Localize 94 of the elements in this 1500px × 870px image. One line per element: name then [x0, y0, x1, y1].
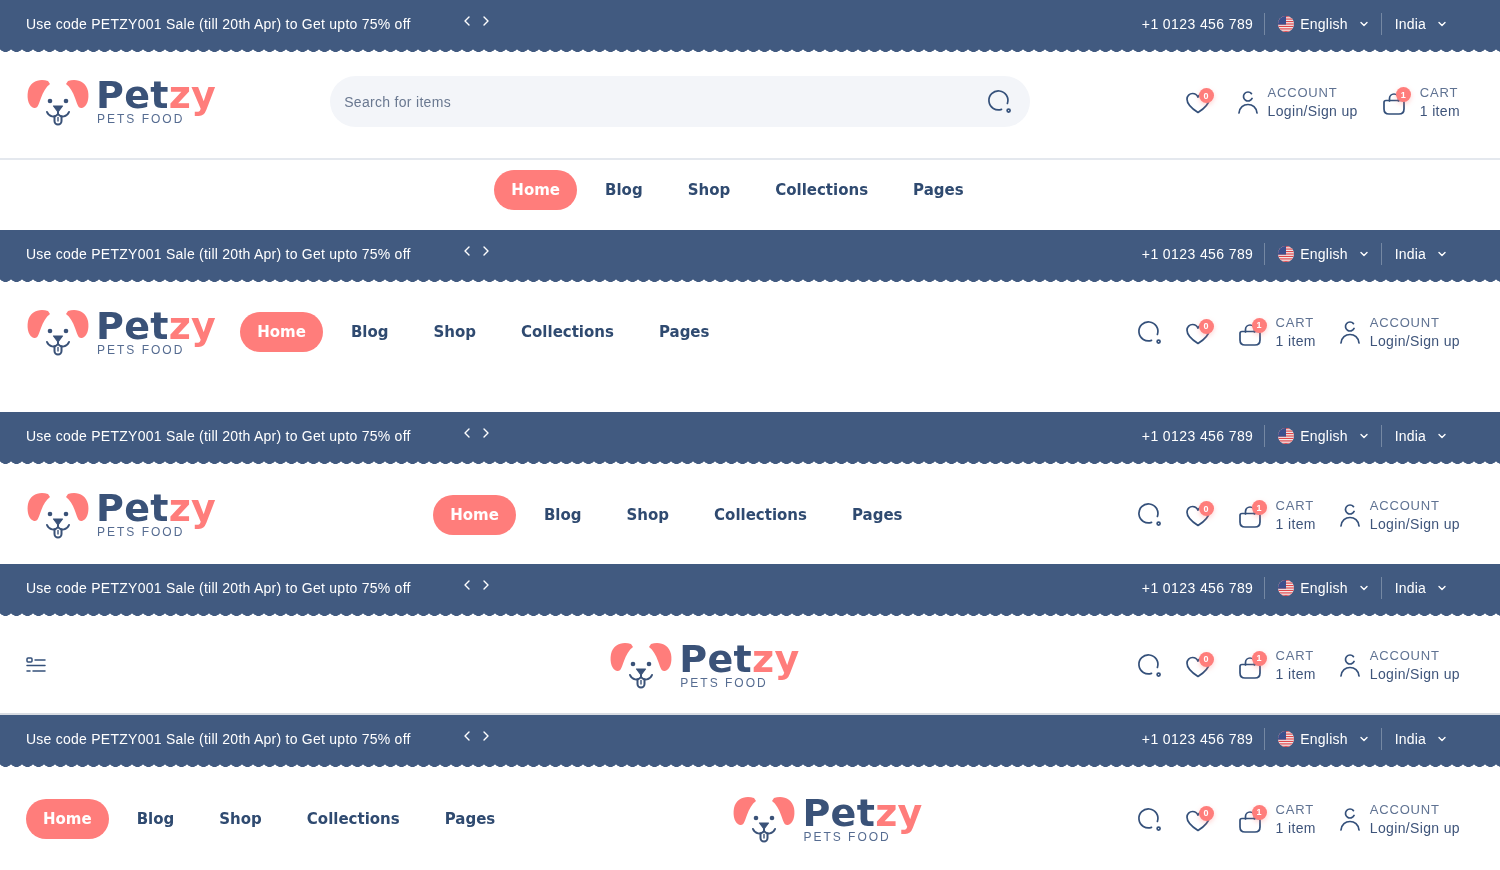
promo-text: Use code PETZY001 Sale (till 20th Apr) to Get upto 75% off: [26, 579, 411, 596]
language-selector[interactable]: English: [1278, 427, 1370, 444]
phone-number: +1 0123 456 789: [1141, 730, 1254, 747]
nav-link[interactable]: Pages: [834, 494, 920, 535]
account-button[interactable]: ACCOUNT Login/Sign up: [1236, 82, 1358, 121]
flag-icon: [1278, 245, 1295, 262]
nav-link[interactable]: Shop: [416, 312, 494, 352]
count-badge: 0: [1198, 651, 1214, 667]
search-button[interactable]: [1136, 502, 1162, 527]
logo-tagline: PETS FOOD: [96, 113, 185, 126]
search-button[interactable]: [987, 89, 1013, 114]
language-selector[interactable]: English: [1278, 245, 1370, 262]
flag-icon: [1278, 427, 1295, 444]
nav-link[interactable]: Shop: [670, 170, 748, 210]
user-icon: [1338, 502, 1361, 527]
cart-button[interactable]: 1 CART 1 item: [1236, 646, 1316, 684]
flag-icon: [1278, 730, 1295, 747]
count-badge: 0: [1198, 805, 1214, 821]
region-selector[interactable]: India: [1394, 579, 1448, 596]
nav-link[interactable]: Pages: [427, 799, 513, 839]
region-selector[interactable]: India: [1394, 245, 1448, 262]
bag-icon: [1380, 90, 1407, 116]
promo-text: Use code PETZY001 Sale (till 20th Apr) to Get upto 75% off: [26, 245, 411, 262]
nav-link[interactable]: Collections: [504, 312, 631, 352]
region-selector[interactable]: India: [1394, 427, 1448, 444]
region-selector[interactable]: India: [1394, 730, 1448, 747]
logo-tagline: PETS FOOD: [96, 343, 185, 357]
logo-tagline: PETS FOOD: [96, 526, 185, 539]
nav-link[interactable]: Pages: [896, 170, 981, 210]
nav-link[interactable]: Blog: [333, 312, 406, 352]
user-icon: [1338, 320, 1361, 344]
logo-tagline: PETS FOOD: [679, 676, 768, 690]
nav-link[interactable]: Shop: [609, 494, 687, 535]
search-icon: [987, 89, 1013, 114]
phone-number: +1 0123 456 789: [1141, 579, 1254, 596]
dog-face-icon: [609, 640, 674, 690]
phone-number: +1 0123 456 789: [1141, 15, 1254, 32]
account-button[interactable]: ACCOUNT Login/Sign up: [1338, 800, 1460, 838]
search-icon: [1136, 806, 1162, 832]
bag-icon: [1236, 503, 1263, 529]
phone-number: +1 0123 456 789: [1141, 245, 1254, 262]
user-icon: [1236, 89, 1259, 114]
count-badge: 1: [1395, 87, 1411, 102]
promo-text: Use code PETZY001 Sale (till 20th Apr) to Get upto 75% off: [26, 427, 411, 444]
user-icon: [1338, 653, 1361, 677]
nav-link[interactable]: Shop: [202, 799, 279, 839]
language-selector[interactable]: English: [1278, 579, 1370, 596]
heart-icon: [1184, 808, 1211, 833]
count-badge: 1: [1251, 500, 1267, 515]
menu-button[interactable]: [26, 657, 46, 673]
account-button[interactable]: ACCOUNT Login/Sign up: [1338, 646, 1460, 684]
search-button[interactable]: [1136, 652, 1162, 678]
count-badge: 1: [1251, 804, 1267, 820]
nav-link[interactable]: Blog: [119, 799, 192, 839]
nav-link[interactable]: Blog: [588, 170, 660, 210]
search-icon: [1136, 652, 1162, 678]
count-badge: 1: [1251, 650, 1267, 666]
search-button[interactable]: [1136, 319, 1162, 345]
account-button[interactable]: ACCOUNT Login/Sign up: [1338, 495, 1460, 534]
dog-face-icon: [26, 307, 90, 357]
language-selector[interactable]: English: [1278, 15, 1370, 32]
flag-icon: [1278, 15, 1295, 32]
count-badge: 0: [1198, 501, 1214, 516]
cart-button[interactable]: 1 CART 1 item: [1236, 495, 1316, 534]
nav-link[interactable]: Collections: [289, 799, 417, 839]
heart-icon: [1184, 504, 1211, 528]
count-badge: 0: [1198, 318, 1214, 334]
cart-button[interactable]: 1 CART 1 item: [1236, 313, 1316, 351]
count-badge: 1: [1251, 317, 1267, 333]
nav-link[interactable]: Collections: [758, 170, 886, 210]
region-selector[interactable]: India: [1394, 15, 1448, 32]
cart-button[interactable]: 1 CART 1 item: [1236, 800, 1316, 838]
nav-link[interactable]: Collections: [697, 494, 824, 535]
heart-icon: [1184, 321, 1211, 346]
phone-number: +1 0123 456 789: [1141, 427, 1254, 444]
logo-tagline: PETS FOOD: [802, 830, 891, 844]
heart-icon: [1184, 654, 1211, 679]
search-button[interactable]: [1136, 806, 1162, 832]
language-selector[interactable]: English: [1278, 730, 1370, 747]
promo-text: Use code PETZY001 Sale (till 20th Apr) to Get upto 75% off: [26, 15, 411, 32]
search-icon: [1136, 502, 1162, 527]
nav-link[interactable]: Blog: [526, 494, 599, 535]
dog-face-icon: [732, 794, 797, 844]
flag-icon: [1278, 579, 1295, 596]
cart-button[interactable]: 1 CART 1 item: [1380, 82, 1460, 121]
heart-icon: [1184, 91, 1211, 115]
search-field[interactable]: Search for items: [330, 76, 1031, 127]
nav-link[interactable]: Pages: [641, 312, 727, 352]
count-badge: 0: [1198, 88, 1214, 103]
user-icon: [1338, 807, 1361, 831]
menu-icon: [26, 657, 46, 673]
promo-text: Use code PETZY001 Sale (till 20th Apr) to Get upto 75% off: [26, 730, 411, 747]
search-icon: [1136, 319, 1162, 345]
account-button[interactable]: ACCOUNT Login/Sign up: [1338, 313, 1460, 351]
